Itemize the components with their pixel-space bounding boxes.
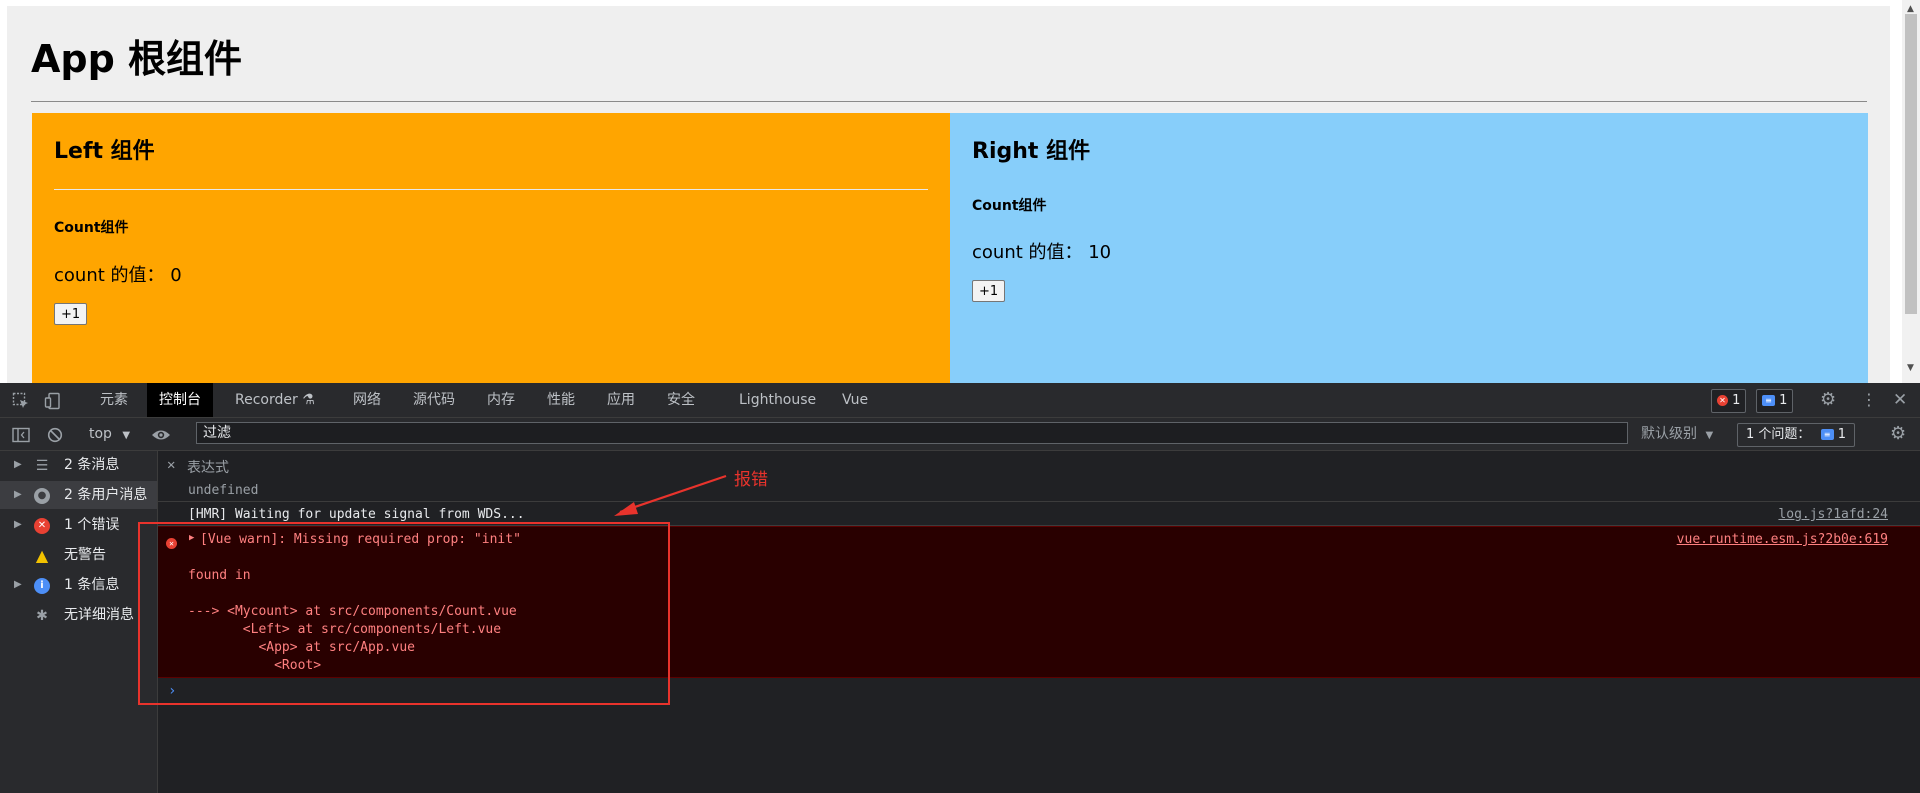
settings-gear-icon[interactable]: ⚙ — [1820, 383, 1836, 417]
tab-network[interactable]: 网络 — [341, 383, 393, 417]
issue-icon: ≡ — [1820, 429, 1834, 440]
devtools-tab-bar: 元素 控制台 Recorder ⚗ 网络 源代码 内存 性能 应用 安全 Lig… — [0, 383, 1920, 418]
console-filter-input[interactable] — [196, 422, 1628, 444]
tab-memory[interactable]: 内存 — [475, 383, 527, 417]
left-count-title: Count组件 — [54, 220, 129, 236]
remove-expression-icon[interactable]: ✕ — [167, 457, 175, 473]
sidebar-item-errors[interactable]: ▶ ✕ 1 个错误 — [0, 511, 157, 539]
sidebar-item-label: 1 个错误 — [64, 517, 120, 533]
message-count-badge[interactable]: ≡ 1 — [1756, 389, 1794, 413]
live-expression-eye-icon[interactable] — [151, 418, 171, 450]
sidebar-item-warnings[interactable]: ▲ 无警告 — [0, 541, 157, 569]
sidebar-item-label: 1 条信息 — [64, 577, 120, 593]
scrollbar-thumb[interactable] — [1905, 14, 1917, 314]
left-divider — [54, 189, 928, 190]
issues-badge[interactable]: 1 个问题： ≡ 1 — [1737, 423, 1855, 447]
message-count: 1 — [1779, 393, 1788, 408]
app-root-component: App 根组件 Left 组件 Count组件 count 的值： 0 +1 R… — [7, 6, 1890, 383]
left-count-value: count 的值： 0 — [54, 265, 182, 286]
warning-icon: ▲ — [35, 546, 49, 565]
tab-performance[interactable]: 性能 — [535, 383, 587, 417]
left-component-title: Left 组件 — [54, 139, 155, 164]
user-icon: ● — [34, 488, 50, 504]
annotation-label: 报错 — [734, 470, 768, 490]
tab-console[interactable]: 控制台 — [147, 383, 213, 417]
page-scrollbar[interactable]: ▲ ▼ — [1902, 0, 1920, 383]
right-component-panel: Right 组件 Count组件 count 的值： 10 +1 — [950, 113, 1868, 383]
scroll-down-icon[interactable]: ▼ — [1907, 363, 1914, 373]
info-icon: i — [34, 578, 50, 594]
error-icon: ✕ — [34, 518, 50, 534]
context-label: top — [89, 426, 112, 442]
expand-arrow-icon: ▶ — [14, 519, 22, 530]
list-icon: ☰ — [35, 458, 49, 474]
log-levels-dropdown[interactable]: 默认级别 ▼ — [1641, 418, 1713, 452]
sidebar-item-user-messages[interactable]: ▶ ● 2 条用户消息 — [0, 481, 157, 509]
tab-vue[interactable]: Vue — [830, 383, 880, 417]
right-count-title: Count组件 — [972, 198, 1047, 214]
device-toolbar-icon[interactable] — [44, 383, 62, 417]
sidebar-item-label: 无详细消息 — [64, 607, 134, 623]
sidebar-item-label: 2 条用户消息 — [64, 487, 148, 503]
expression-label[interactable]: 表达式 — [187, 457, 229, 477]
context-selector[interactable]: top ▼ — [89, 418, 130, 452]
tab-application[interactable]: 应用 — [595, 383, 647, 417]
page-viewport: App 根组件 Left 组件 Count组件 count 的值： 0 +1 R… — [0, 0, 1920, 383]
console-message-text: [HMR] Waiting for update signal from WDS… — [188, 507, 525, 522]
tab-lighthouse[interactable]: Lighthouse — [727, 383, 828, 417]
annotation-arrow-icon — [614, 474, 727, 516]
console-toolbar: top ▼ 默认级别 ▼ 1 个问题： ≡ 1 ⚙ — [0, 418, 1920, 451]
bug-icon: ✱ — [36, 608, 48, 624]
tab-recorder[interactable]: Recorder ⚗ — [223, 383, 327, 417]
error-highlight-box — [138, 522, 670, 705]
chevron-down-icon: ▼ — [122, 430, 131, 441]
sidebar-item-messages[interactable]: ▶ ☰ 2 条消息 — [0, 451, 157, 479]
chevron-down-icon: ▼ — [1705, 430, 1714, 441]
tab-sources[interactable]: 源代码 — [401, 383, 467, 417]
sidebar-toggle-icon[interactable] — [12, 418, 30, 450]
right-component-title: Right 组件 — [972, 139, 1091, 164]
error-source-link[interactable]: vue.runtime.esm.js?2b0e:619 — [1677, 532, 1888, 547]
right-count-value: count 的值： 10 — [972, 242, 1112, 263]
clear-console-icon[interactable] — [47, 418, 63, 450]
sidebar-item-info[interactable]: ▶ i 1 条信息 — [0, 571, 157, 599]
expand-arrow-icon: ▶ — [14, 489, 22, 500]
right-increment-button[interactable]: +1 — [972, 280, 1006, 302]
more-options-icon[interactable]: ⋮ — [1861, 383, 1877, 417]
error-icon: ✕ — [1717, 395, 1728, 406]
tab-security[interactable]: 安全 — [655, 383, 707, 417]
sidebar-item-label: 无警告 — [64, 547, 106, 563]
inspect-element-icon[interactable] — [12, 383, 30, 417]
console-sidebar: ▶ ☰ 2 条消息 ▶ ● 2 条用户消息 ▶ ✕ 1 个错误 ▲ 无警告 ▶ … — [0, 451, 158, 793]
app-divider — [31, 101, 1867, 102]
message-icon: ≡ — [1762, 395, 1775, 406]
expand-arrow-icon: ▶ — [14, 579, 22, 590]
issues-count: 1 — [1837, 427, 1846, 442]
message-source-link[interactable]: log.js?1afd:24 — [1778, 507, 1888, 522]
live-expression-row: ✕ 表达式 undefined — [158, 451, 1920, 502]
left-increment-button[interactable]: +1 — [54, 303, 88, 325]
sidebar-item-verbose[interactable]: ✱ 无详细消息 — [0, 601, 157, 629]
close-devtools-icon[interactable]: ✕ — [1893, 383, 1907, 417]
scroll-up-icon[interactable]: ▲ — [1907, 4, 1914, 14]
error-count-badge[interactable]: ✕ 1 — [1711, 389, 1747, 413]
tab-elements[interactable]: 元素 — [88, 383, 140, 417]
error-count: 1 — [1732, 393, 1741, 408]
console-settings-gear-icon[interactable]: ⚙ — [1890, 418, 1906, 450]
expression-value: undefined — [188, 483, 259, 498]
sidebar-item-label: 2 条消息 — [64, 457, 120, 473]
app-title: App 根组件 — [31, 37, 243, 81]
left-component-panel: Left 组件 Count组件 count 的值： 0 +1 — [32, 113, 950, 383]
issues-label: 1 个问题： — [1746, 427, 1811, 442]
expand-arrow-icon: ▶ — [14, 459, 22, 470]
log-levels-label: 默认级别 — [1641, 426, 1697, 442]
